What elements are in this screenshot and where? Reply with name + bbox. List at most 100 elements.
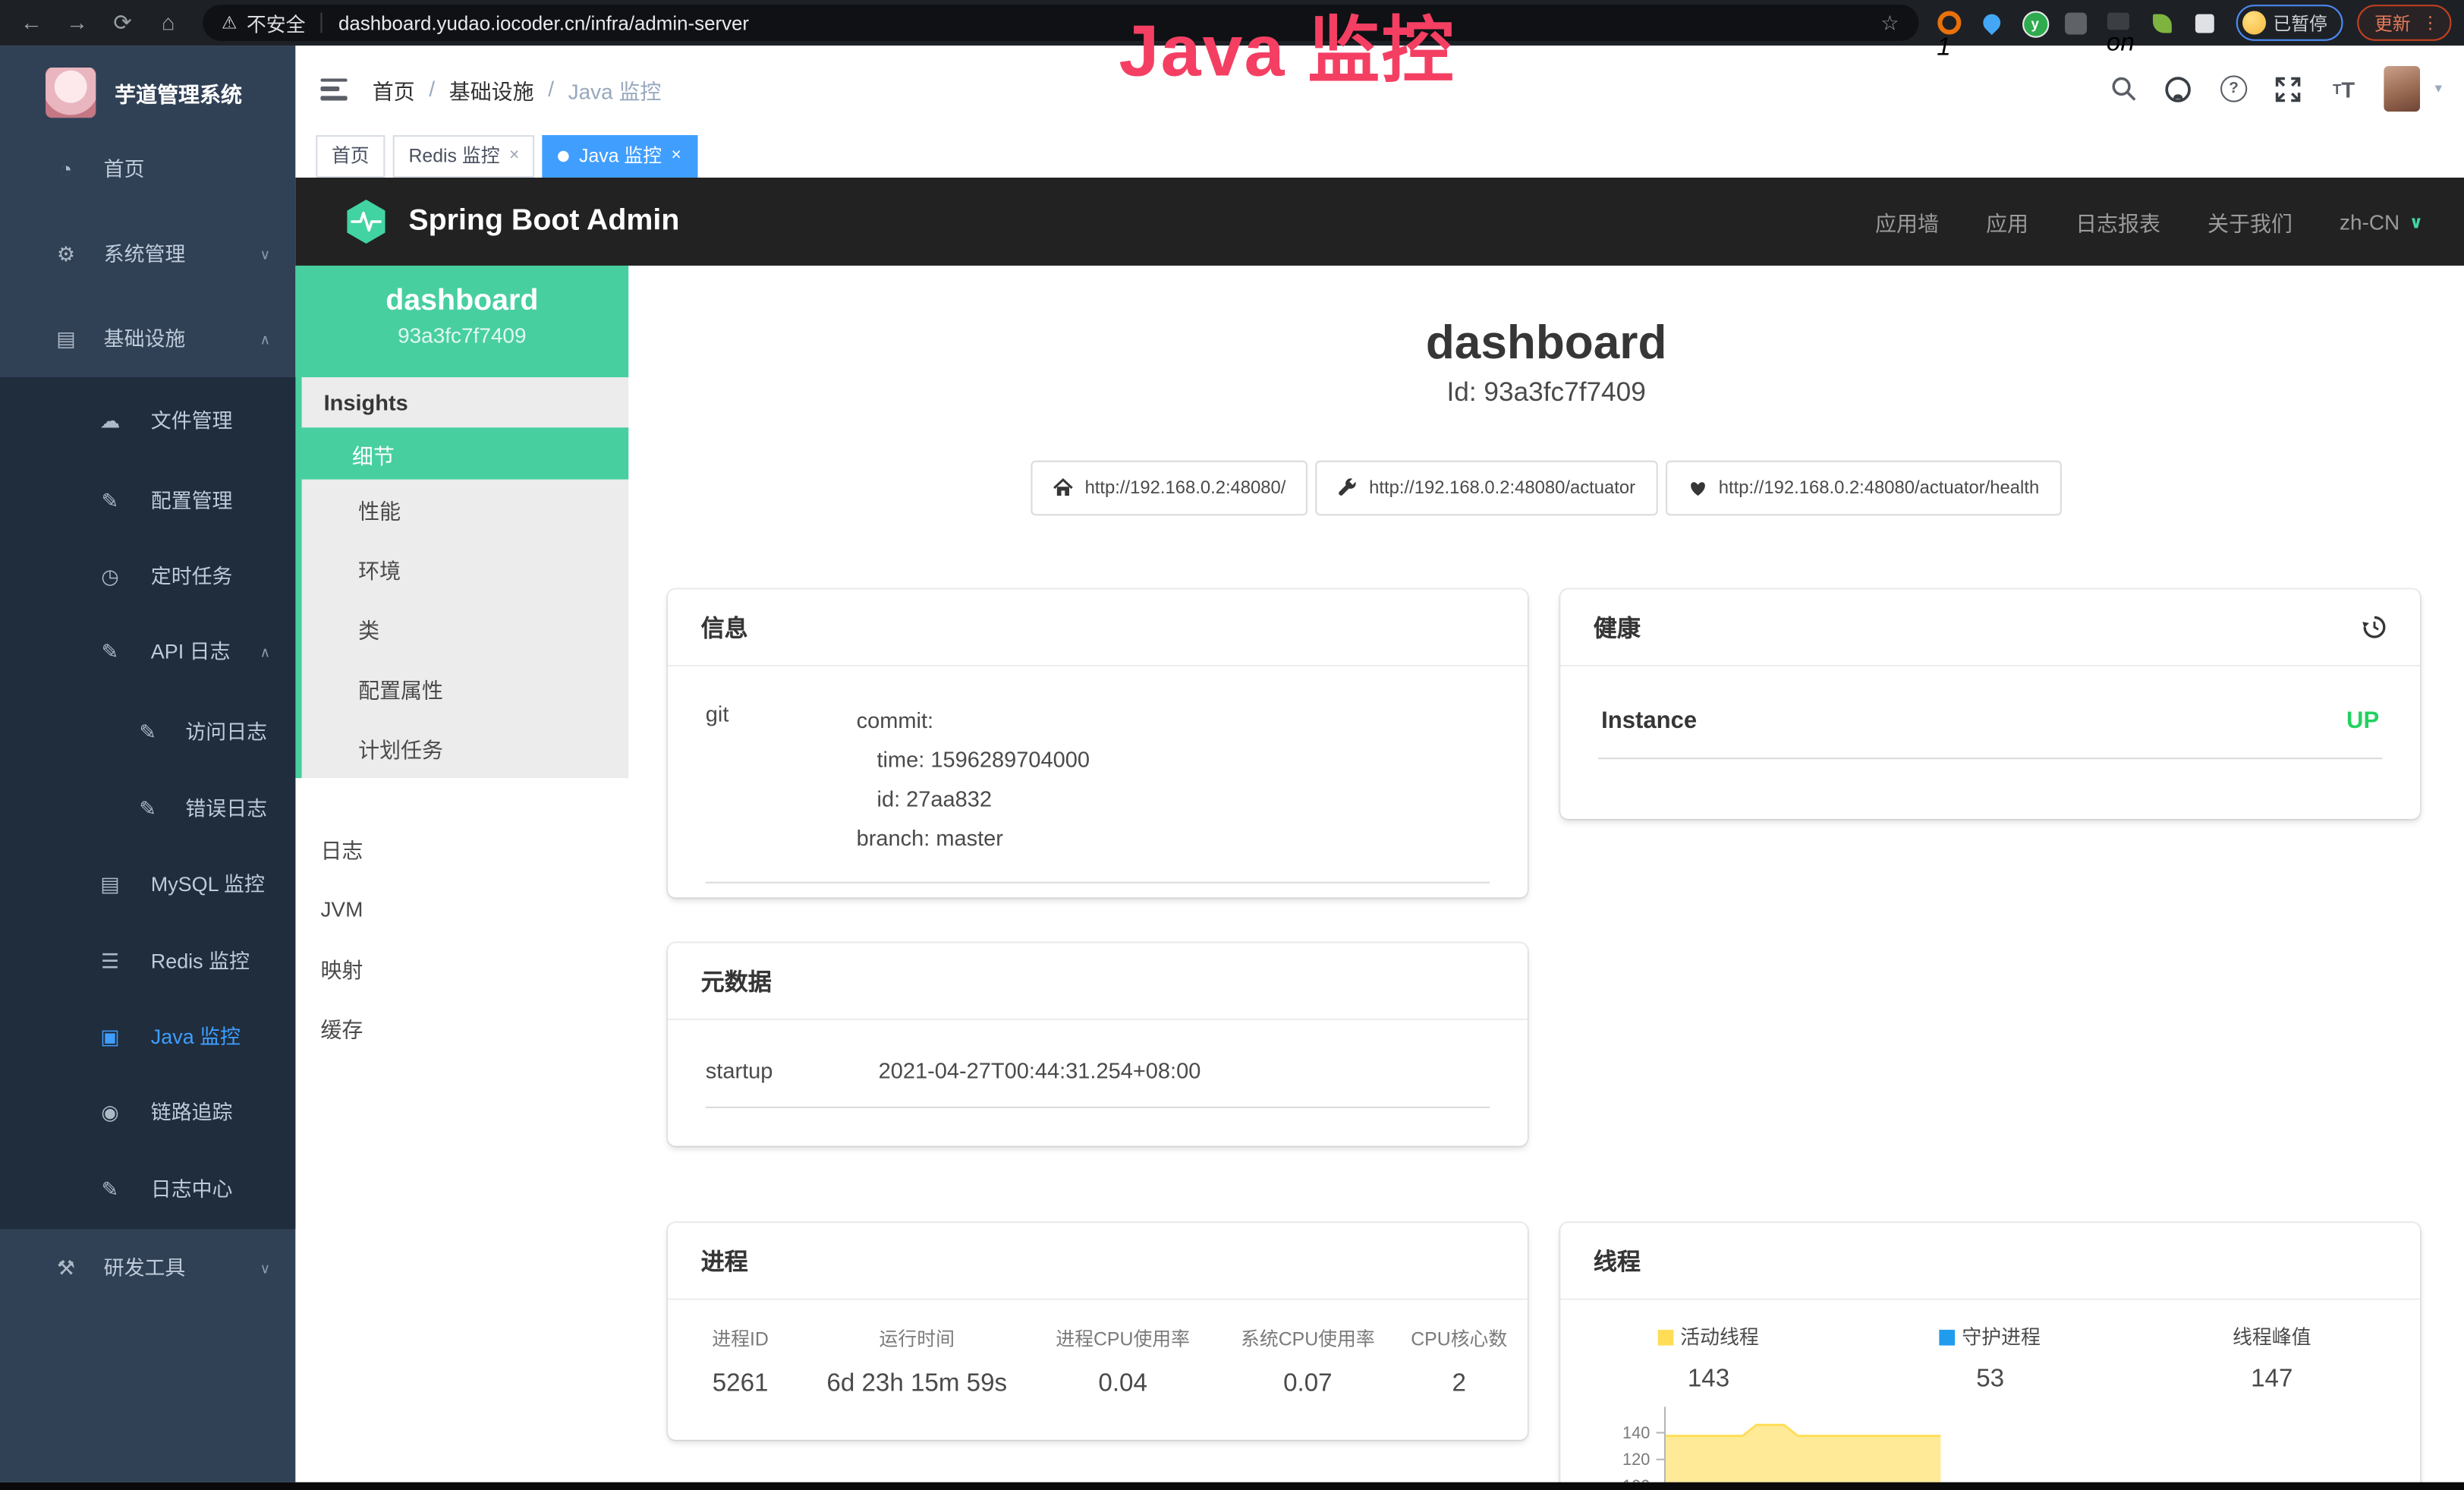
java-monitor-icon: ▣ — [97, 998, 122, 1077]
sidebar-item-mysql-monitor[interactable]: ▤ MySQL 监控 — [0, 846, 295, 925]
sidebar-item-access-logs[interactable]: ✎ 访问日志 — [0, 693, 295, 772]
timer-icon: ◷ — [97, 537, 122, 616]
github-icon[interactable] — [2164, 74, 2192, 102]
sidebar-item-dev-tools[interactable]: ⚒ 研发工具 ∨ — [0, 1229, 295, 1308]
profile-avatar-emoji — [2242, 11, 2265, 34]
menu-item-mappings[interactable]: 映射 — [295, 938, 628, 998]
log-icon: ✎ — [135, 693, 160, 772]
sidebar-item-tracing[interactable]: ◉ 链路追踪 — [0, 1073, 295, 1152]
hamburger-icon[interactable] — [320, 78, 347, 100]
page-url[interactable]: dashboard.yudao.iocoder.cn/infra/admin-s… — [338, 12, 749, 34]
tab-home[interactable]: 首页 — [316, 135, 385, 178]
sba-brand-text: Spring Boot Admin — [408, 204, 679, 239]
tab-java-monitor[interactable]: Java 监控 × — [543, 135, 697, 178]
sba-nav-about[interactable]: 关于我们 — [2208, 206, 2292, 237]
sidebar-item-file-mgmt[interactable]: ☁ 文件管理 — [0, 382, 295, 461]
extension-pin-icon[interactable] — [1979, 10, 2004, 35]
forward-icon[interactable]: → — [65, 0, 90, 46]
page-subtitle: Id: 93a3fc7f7409 — [628, 377, 2464, 408]
sba-nav-journal[interactable]: 日志报表 — [2075, 206, 2160, 237]
sidebar-item-error-logs[interactable]: ✎ 错误日志 — [0, 770, 295, 849]
browser-menu-icon[interactable]: ⋮ — [2422, 13, 2439, 33]
close-icon[interactable]: × — [672, 137, 681, 176]
instance-header[interactable]: dashboard 93a3fc7f7409 — [295, 266, 628, 377]
service-url-link[interactable]: http://192.168.0.2:48080/ — [1031, 461, 1308, 515]
search-icon[interactable] — [2110, 74, 2138, 102]
tools-icon: ⚒ — [53, 1229, 78, 1308]
breadcrumb: 首页 / 基础设施 / Java 监控 — [373, 73, 662, 104]
startup-row: startup 2021-04-27T00:44:31.254+08:00 — [668, 1020, 1528, 1083]
chevron-up-icon: ∧ — [260, 613, 271, 692]
sidebar-item-log-center[interactable]: ✎ 日志中心 — [0, 1151, 295, 1230]
breadcrumb-infra[interactable]: 基础设施 — [449, 73, 534, 104]
extension-green-y-icon[interactable]: y — [2022, 10, 2047, 35]
fullscreen-icon[interactable] — [2274, 74, 2302, 102]
admin-sidebar: 芋道管理系统 ◔ 首页 ⚙ 系统管理 ∨ ▤ 基础设施 ∧ ☁ 文件管理 ✎ 配… — [0, 46, 295, 1482]
sba-nav-wallboard[interactable]: 应用墙 — [1875, 206, 1939, 237]
home-icon[interactable]: ⌂ — [156, 0, 181, 46]
sba-nav-applications[interactable]: 应用 — [1986, 206, 2028, 237]
reload-icon[interactable]: ⟳ — [110, 0, 135, 46]
log-icon: ✎ — [135, 770, 160, 849]
sba-nav-links: 应用墙 应用 日志报表 关于我们 zh-CN ∨ — [1875, 206, 2464, 237]
menu-item-classes[interactable]: 类 — [302, 599, 629, 659]
text-size-icon[interactable]: TT — [2330, 74, 2358, 102]
caret-down-icon[interactable]: ▾ — [2435, 80, 2442, 98]
startup-key: startup — [706, 1058, 879, 1083]
app-logo-row[interactable]: 芋道管理系统 — [0, 58, 295, 128]
sidebar-item-home[interactable]: ◔ 首页 — [0, 131, 295, 209]
menu-item-logs[interactable]: 日志 — [295, 819, 628, 879]
sidebar-item-config-mgmt[interactable]: ✎ 配置管理 — [0, 462, 295, 541]
address-bar[interactable]: ⚠ 不安全 dashboard.yudao.iocoder.cn/infra/a… — [203, 5, 1918, 41]
status-badge: UP — [2346, 707, 2379, 734]
bookmark-star-icon[interactable]: ☆ — [1880, 10, 1899, 35]
instance-links: http://192.168.0.2:48080/ http://192.168… — [628, 461, 2464, 515]
daemon-threads-value: 53 — [1847, 1366, 2133, 1394]
sba-brand[interactable]: Spring Boot Admin — [342, 198, 679, 245]
threads-card-title: 线程 — [1560, 1223, 2420, 1299]
menu-item-environment[interactable]: 环境 — [302, 539, 629, 599]
sidebar-item-scheduled-jobs[interactable]: ◷ 定时任务 — [0, 537, 295, 616]
user-avatar[interactable] — [2384, 66, 2421, 112]
tag-view-bar: 首页 Redis 监控 × Java 监控 × — [295, 132, 2464, 178]
browser-nav-buttons: ← → ⟳ ⌂ — [19, 0, 181, 46]
sidebar-item-system-mgmt[interactable]: ⚙ 系统管理 ∨ — [0, 216, 295, 295]
sidebar-item-api-logs[interactable]: ✎ API 日志 ∧ — [0, 613, 295, 692]
process-card-title: 进程 — [668, 1223, 1528, 1299]
profile-paused-badge[interactable]: 已暂停 — [2236, 5, 2343, 41]
sba-navbar: Spring Boot Admin 应用墙 应用 日志报表 关于我们 zh-CN… — [295, 178, 2464, 266]
close-icon[interactable]: × — [509, 137, 519, 176]
sidebar-item-infrastructure[interactable]: ▤ 基础设施 ∧ — [0, 301, 295, 380]
extension-grid-icon[interactable] — [2064, 10, 2089, 35]
breadcrumb-home[interactable]: 首页 — [373, 73, 415, 104]
health-url-link[interactable]: http://192.168.0.2:48080/actuator/health — [1665, 461, 2061, 515]
back-icon[interactable]: ← — [19, 0, 44, 46]
startup-value: 2021-04-27T00:44:31.254+08:00 — [879, 1058, 1201, 1083]
menu-item-caches[interactable]: 缓存 — [295, 998, 628, 1058]
extension-puzzle-icon[interactable] — [2192, 10, 2217, 35]
extension-leaf-icon[interactable] — [2149, 10, 2174, 35]
chrome-update-button[interactable]: 更新 ⋮ — [2357, 5, 2451, 41]
sidebar-item-java-monitor[interactable]: ▣ Java 监控 — [0, 998, 295, 1077]
menu-item-config-props[interactable]: 配置属性 — [302, 659, 629, 719]
menu-item-scheduled-tasks[interactable]: 计划任务 — [302, 718, 629, 778]
extension-orange-icon[interactable]: 1 — [1937, 10, 1962, 35]
security-label[interactable]: 不安全 — [247, 8, 306, 37]
update-label: 更新 — [2374, 10, 2411, 35]
sidebar-item-redis-monitor[interactable]: ☰ Redis 监控 — [0, 923, 295, 1002]
database-monitor-icon: ▤ — [97, 846, 122, 925]
log-icon: ✎ — [97, 1151, 122, 1230]
menu-item-jvm[interactable]: JVM — [295, 879, 628, 939]
help-icon[interactable]: ? — [2220, 74, 2248, 102]
locale-selector[interactable]: zh-CN ∨ — [2340, 209, 2423, 233]
peak-threads-value: 147 — [2133, 1366, 2411, 1394]
chevron-down-icon: ∨ — [260, 1229, 271, 1308]
instance-id: 93a3fc7f7409 — [295, 324, 628, 348]
y-tick-120: 120 — [1594, 1451, 1651, 1470]
history-icon[interactable] — [2362, 615, 2387, 640]
tab-redis-monitor[interactable]: Redis 监控 × — [393, 135, 535, 178]
menu-item-details-active[interactable]: 细节 — [295, 427, 628, 479]
menu-item-metrics[interactable]: 性能 — [302, 480, 629, 540]
actuator-url-link[interactable]: http://192.168.0.2:48080/actuator — [1316, 461, 1657, 515]
extension-on-badge-icon[interactable]: on — [2107, 10, 2132, 35]
